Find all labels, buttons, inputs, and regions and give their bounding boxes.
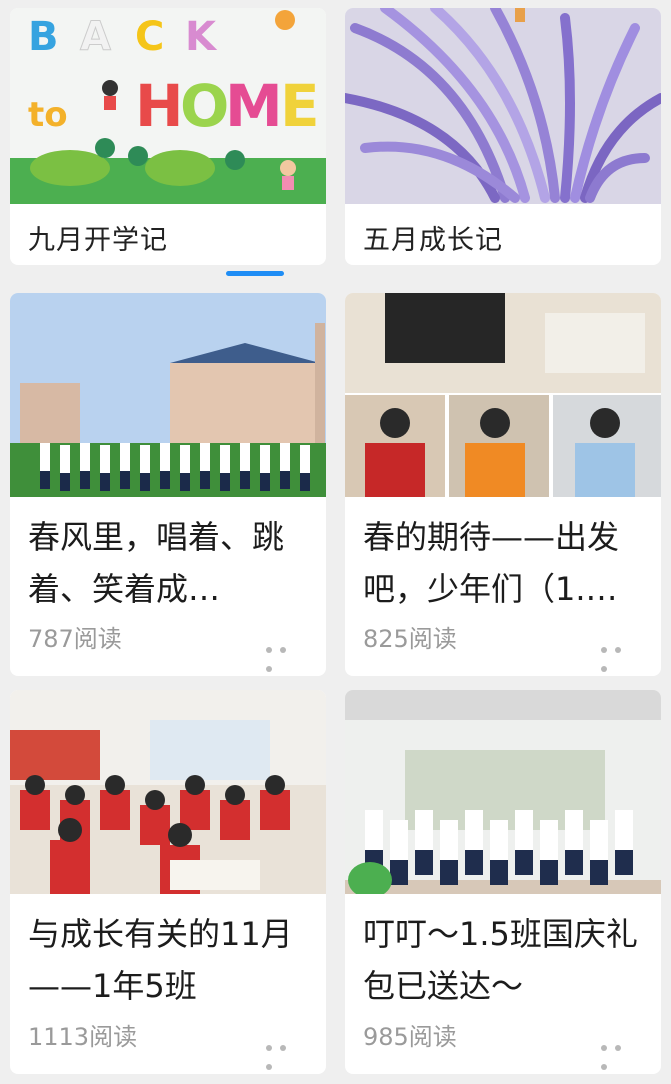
article-card-may[interactable]: 五月成长记 — [345, 8, 661, 265]
svg-text:B: B — [28, 14, 59, 60]
classroom-image — [10, 690, 326, 894]
article-title: 春的期待——出发吧，少年们（1.… — [363, 518, 620, 608]
article-card[interactable]: 春风里，唱着、跳着、笑着成… 787阅读 — [10, 293, 326, 676]
article-title: 九月开学记 — [28, 225, 168, 256]
campus-field-image — [10, 293, 326, 497]
svg-text:K: K — [185, 14, 218, 60]
article-title: 春风里，唱着、跳着、笑着成… — [28, 518, 285, 608]
article-card-september[interactable]: B A C K to H O M E 九月开学记 — [10, 8, 326, 265]
svg-text:H: H — [135, 72, 184, 140]
read-count: 1113阅读 — [28, 1023, 138, 1051]
article-title: 叮叮～1.5班国庆礼包已送达～ — [363, 915, 638, 1005]
read-count: 787阅读 — [28, 625, 122, 653]
purple-paper-image — [345, 8, 661, 204]
students-reading-image — [345, 293, 661, 497]
svg-text:C: C — [135, 14, 164, 60]
article-card[interactable]: 叮叮～1.5班国庆礼包已送达～ 985阅读 — [345, 690, 661, 1074]
read-count: 985阅读 — [363, 1023, 457, 1051]
more-dots-icon[interactable] — [266, 1036, 306, 1070]
read-count: 825阅读 — [363, 625, 457, 653]
svg-text:M: M — [225, 72, 283, 140]
article-card[interactable]: 与成长有关的11月——1年5班 1113阅读 — [10, 690, 326, 1074]
more-dots-icon[interactable] — [601, 638, 641, 672]
back-to-home-image: B A C K to H O M E — [10, 8, 326, 204]
class-group-image — [345, 690, 661, 894]
more-dots-icon[interactable] — [266, 638, 306, 672]
article-title: 与成长有关的11月——1年5班 — [28, 915, 293, 1005]
svg-text:to: to — [28, 95, 68, 135]
svg-text:A: A — [80, 14, 111, 60]
more-dots-icon[interactable] — [601, 1036, 641, 1070]
svg-text:E: E — [280, 72, 320, 140]
top-carousel: B A C K to H O M E 九月开学记 五月成长记 — [0, 0, 671, 277]
carousel-page-indicator — [226, 271, 284, 276]
svg-text:O: O — [180, 72, 229, 140]
article-title: 五月成长记 — [363, 225, 503, 256]
article-card[interactable]: 春的期待——出发吧，少年们（1.… 825阅读 — [345, 293, 661, 676]
